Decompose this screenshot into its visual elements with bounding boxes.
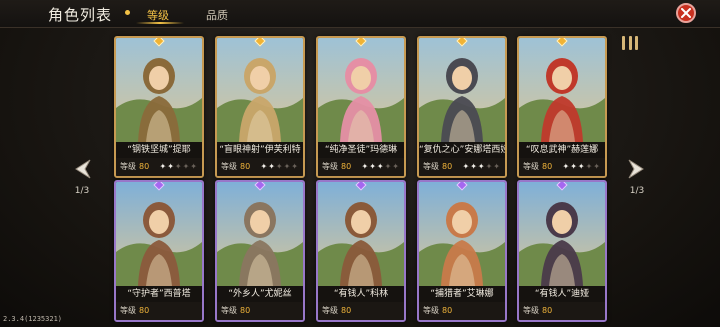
character-card[interactable]: “守护者”西普塔 等级 80 <box>114 180 204 322</box>
star-icon: ✦ <box>477 162 486 171</box>
character-card[interactable]: “外乡人”尤妮丝 等级 80 <box>215 180 305 322</box>
character-portrait <box>318 38 404 142</box>
level-value: 80 <box>240 162 251 171</box>
character-name: “守护者”西普塔 <box>116 286 202 302</box>
close-icon <box>681 8 691 18</box>
tab-underline <box>136 22 184 24</box>
page-indicator-left: 1/3 <box>74 186 90 196</box>
character-portrait <box>217 182 303 286</box>
character-portrait <box>116 38 202 142</box>
star-icon: ✦ <box>268 162 276 171</box>
tab-dot-icon <box>125 10 130 15</box>
level-row: 等级 80 <box>318 302 404 320</box>
level-label: 等级 <box>120 162 136 171</box>
close-button[interactable] <box>676 3 696 23</box>
level-row: 等级 80 ✦✦✦✦✦ <box>519 158 605 176</box>
prev-arrow-icon <box>75 159 91 179</box>
level-value: 80 <box>139 162 150 171</box>
star-rating: ✦✦✦✦✦ <box>562 158 601 176</box>
character-portrait <box>419 38 505 142</box>
character-card[interactable]: “复仇之心”安娜塔西娅等级 80 ✦✦✦✦✦ <box>417 36 507 178</box>
star-icon: ✦ <box>369 162 377 171</box>
level-row: 等级 80 ✦✦✦✦✦ <box>318 158 404 176</box>
level-value: 80 <box>542 306 553 315</box>
star-icon: ✦ <box>392 162 400 171</box>
star-rating: ✦✦✦✦✦ <box>260 158 299 176</box>
star-icon: ✦ <box>577 162 586 171</box>
grid-bar-icon <box>628 36 632 50</box>
character-name: “复仇之心”安娜塔西娅 <box>419 142 505 158</box>
level-row: 等级 80 ✦✦✦✦✦ <box>217 158 303 176</box>
star-icon: ✦ <box>470 162 478 171</box>
character-portrait <box>519 38 605 142</box>
page-title: 角色列表 <box>48 6 113 24</box>
character-name: “有钱人”科林 <box>318 286 404 302</box>
grid-bar-icon <box>635 36 638 50</box>
level-label: 等级 <box>523 306 539 315</box>
grid-bar-icon <box>622 36 625 50</box>
star-icon: ✦ <box>167 162 175 171</box>
level-row: 等级 80 <box>116 302 202 320</box>
tab-level[interactable]: 等级 <box>147 7 169 23</box>
level-label: 等级 <box>322 162 338 171</box>
level-row: 等级 80 <box>217 302 303 320</box>
character-name: “外乡人”尤妮丝 <box>217 286 303 302</box>
star-icon: ✦ <box>570 162 578 171</box>
level-row: 等级 80 ✦✦✦✦✦ <box>419 158 505 176</box>
character-portrait <box>217 38 303 142</box>
level-label: 等级 <box>423 162 439 171</box>
level-row: 等级 80 <box>519 302 605 320</box>
level-label: 等级 <box>221 306 237 315</box>
level-value: 80 <box>341 306 352 315</box>
character-name: “有钱人”迪娅 <box>519 286 605 302</box>
character-card[interactable]: “盲眼神射”伊芙利特等级 80 ✦✦✦✦✦ <box>215 36 305 178</box>
star-icon: ✦ <box>190 162 198 171</box>
top-bar: 角色列表 等级 品质 <box>0 0 720 28</box>
star-rating: ✦✦✦✦✦ <box>462 158 501 176</box>
character-name: “捕猎者”艾琳娜 <box>419 286 505 302</box>
level-value: 80 <box>542 162 553 171</box>
character-card[interactable]: “有钱人”科林 等级 80 <box>316 180 406 322</box>
next-arrow-icon <box>628 159 644 179</box>
character-portrait <box>318 182 404 286</box>
level-label: 等级 <box>523 162 539 171</box>
star-icon: ✦ <box>593 162 601 171</box>
star-icon: ✦ <box>275 162 284 171</box>
grid-view-button[interactable] <box>622 36 638 50</box>
character-portrait <box>116 182 202 286</box>
character-portrait <box>419 182 505 286</box>
star-icon: ✦ <box>493 162 501 171</box>
character-card[interactable]: “捕猎者”艾琳娜 等级 80 <box>417 180 507 322</box>
level-label: 等级 <box>221 162 237 171</box>
character-name: “叹息武神”赫莲娜 <box>519 142 605 158</box>
version-label: 2.3.4(1235321) <box>3 315 63 323</box>
level-value: 80 <box>442 306 453 315</box>
character-name: “钢铁坚城”提耶 <box>116 142 202 158</box>
page-indicator-right: 1/3 <box>629 186 645 196</box>
level-value: 80 <box>240 306 251 315</box>
character-name: “纯净圣徒”玛德琳 <box>318 142 404 158</box>
star-rating: ✦✦✦✦✦ <box>159 158 198 176</box>
character-card[interactable]: “有钱人”迪娅 等级 80 <box>517 180 607 322</box>
level-label: 等级 <box>120 306 136 315</box>
star-icon: ✦ <box>174 162 183 171</box>
tab-quality[interactable]: 品质 <box>206 7 228 23</box>
level-label: 等级 <box>322 306 338 315</box>
character-card[interactable]: “钢铁坚城”提耶等级 80 ✦✦✦✦✦ <box>114 36 204 178</box>
character-name: “盲眼神射”伊芙利特 <box>217 142 303 158</box>
level-row: 等级 80 <box>419 302 505 320</box>
star-rating: ✦✦✦✦✦ <box>361 158 400 176</box>
level-label: 等级 <box>423 306 439 315</box>
level-value: 80 <box>139 306 150 315</box>
character-card[interactable]: “纯净圣徒”玛德琳等级 80 ✦✦✦✦✦ <box>316 36 406 178</box>
star-icon: ✦ <box>291 162 299 171</box>
level-value: 80 <box>442 162 453 171</box>
character-portrait <box>519 182 605 286</box>
level-value: 80 <box>341 162 352 171</box>
character-card[interactable]: “叹息武神”赫莲娜等级 80 ✦✦✦✦✦ <box>517 36 607 178</box>
prev-page-button[interactable]: 1/3 <box>67 158 97 196</box>
next-page-button[interactable]: 1/3 <box>622 158 652 196</box>
level-row: 等级 80 ✦✦✦✦✦ <box>116 158 202 176</box>
star-icon: ✦ <box>376 162 385 171</box>
